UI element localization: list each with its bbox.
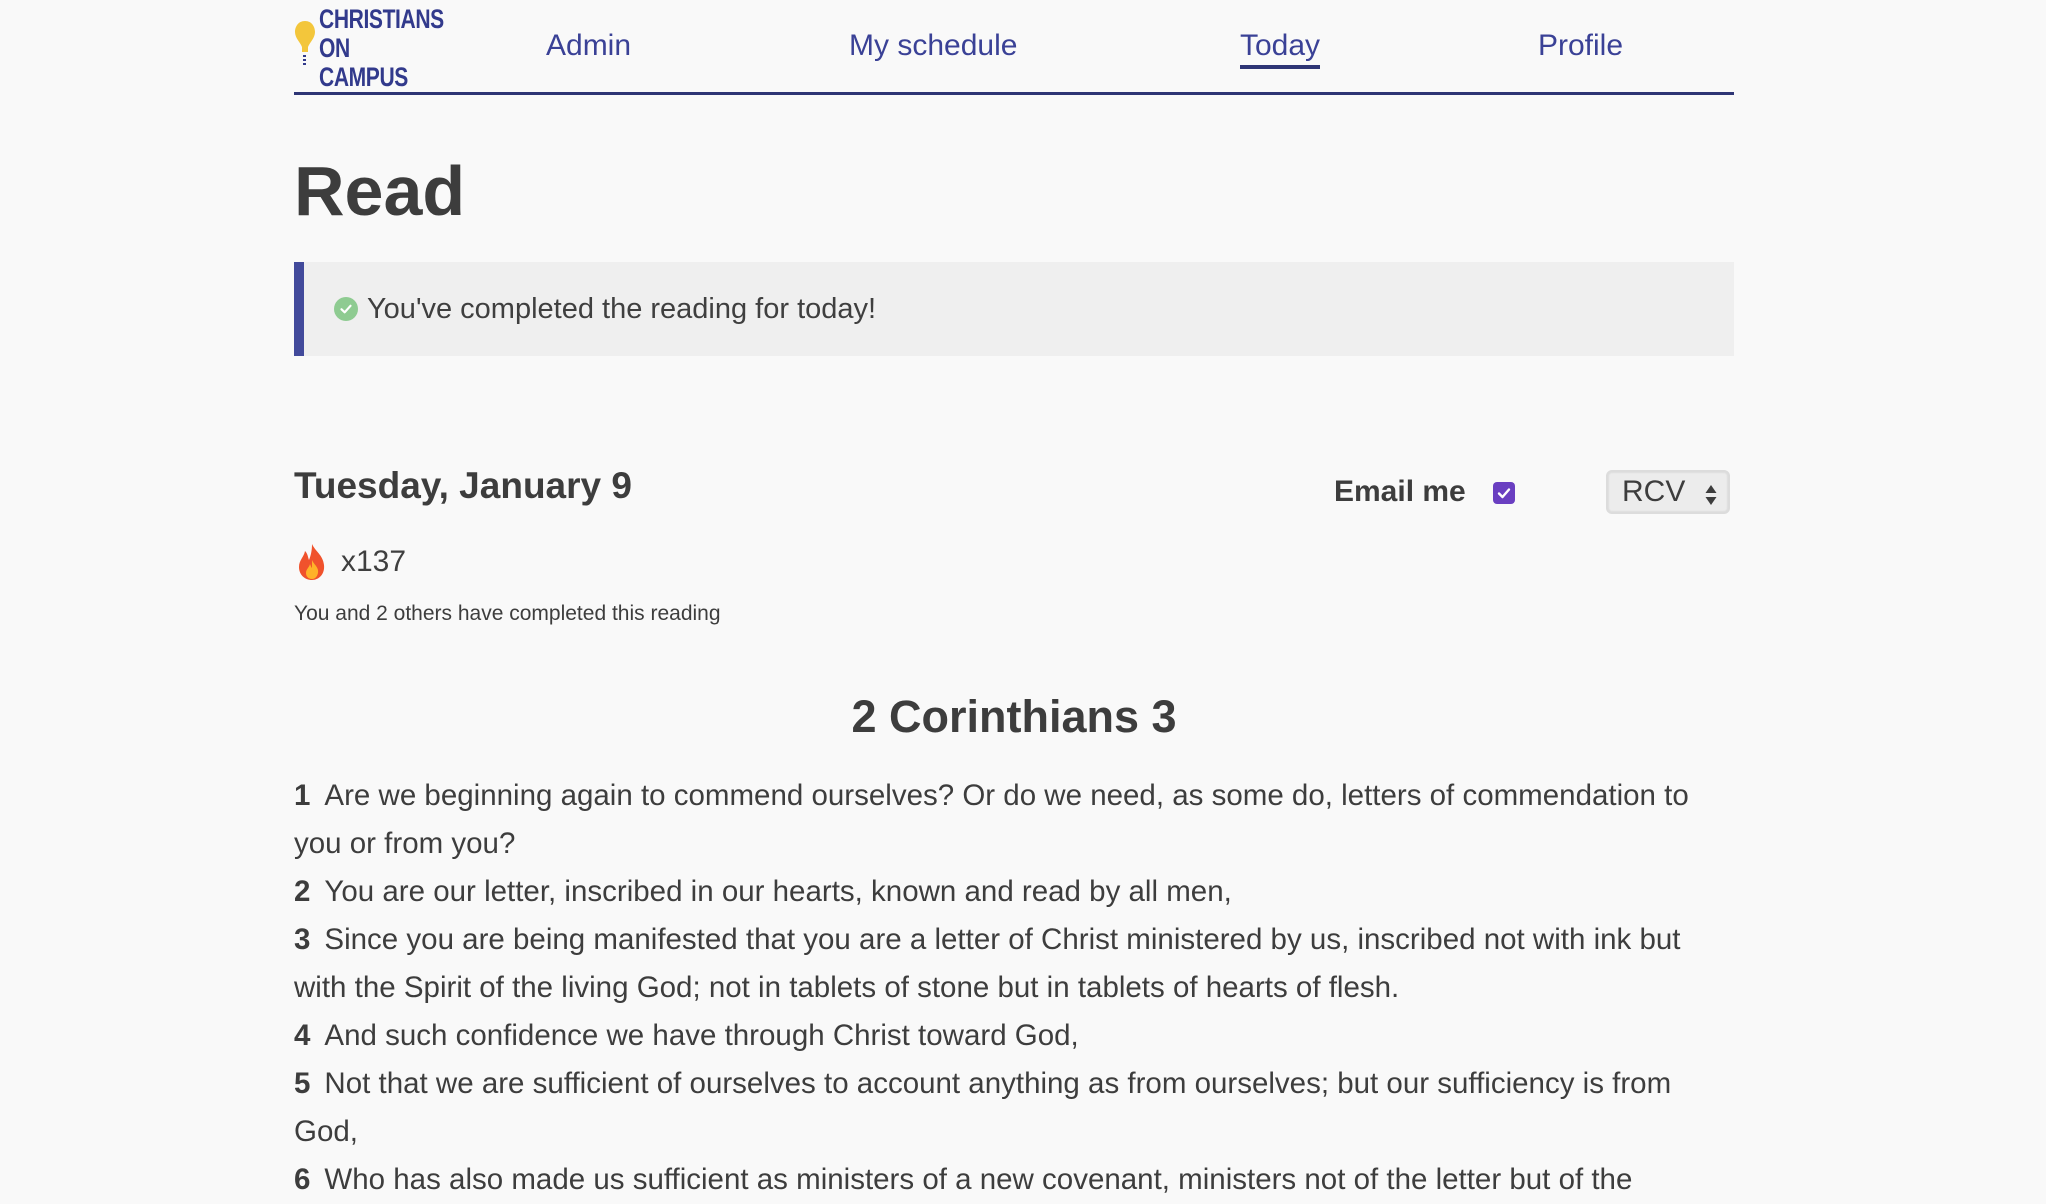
lightbulb-icon xyxy=(294,19,316,77)
brand-wordmark: CHRISTIANS ON CAMPUS xyxy=(319,3,444,92)
page-container: CHRISTIANS ON CAMPUS Admin My schedule T… xyxy=(294,0,1734,1196)
top-nav: CHRISTIANS ON CAMPUS Admin My schedule T… xyxy=(294,0,1734,95)
email-me-label: Email me xyxy=(1334,475,1466,508)
verse: 2 You are our letter, inscribed in our he… xyxy=(294,868,1734,916)
reading-date: Tuesday, January 9 xyxy=(294,465,632,506)
verse-text: And such confidence we have through Chri… xyxy=(324,1019,1079,1052)
verse-list: 1 Are we beginning again to commend ourse… xyxy=(294,772,1734,1204)
chapter-title: 2 Corinthians 3 xyxy=(851,691,1177,742)
verse: 5 Not that we are sufficient of ourselves… xyxy=(294,1060,1734,1156)
verse-text: Are we beginning again to commend oursel… xyxy=(294,779,1689,860)
verse-number: 3 xyxy=(294,923,311,956)
nav-today[interactable]: Today xyxy=(1240,28,1321,69)
verse-text: Not that we are sufficient of ourselves … xyxy=(294,1067,1672,1148)
nav-my-schedule[interactable]: My schedule xyxy=(849,28,1017,64)
verse: 1 Are we beginning again to commend ourse… xyxy=(294,772,1734,868)
verse-text: You are our letter, inscribed in our hea… xyxy=(324,875,1232,908)
checkmark-icon xyxy=(1497,488,1511,499)
completion-notice: You've completed the reading for today! xyxy=(294,262,1734,356)
verse-text: Since you are being manifested that you … xyxy=(294,923,1681,1004)
notice-text: You've completed the reading for today! xyxy=(367,292,877,325)
verse-number: 1 xyxy=(294,779,311,812)
completed-count-text: You and 2 others have completed this rea… xyxy=(294,602,721,625)
version-select[interactable]: RCV xyxy=(1606,470,1730,514)
page-title: Read xyxy=(294,152,466,230)
verse-number: 6 xyxy=(294,1163,311,1196)
nav-profile[interactable]: Profile xyxy=(1538,28,1623,64)
email-me-checkbox[interactable] xyxy=(1493,482,1515,504)
check-circle-icon xyxy=(334,297,358,321)
streak-counter: x137 xyxy=(294,540,406,584)
nav-admin[interactable]: Admin xyxy=(546,28,631,64)
verse-number: 5 xyxy=(294,1067,311,1100)
verse-text: Who has also made us sufficient as minis… xyxy=(324,1163,1633,1196)
verse-number: 2 xyxy=(294,875,311,908)
streak-count: x137 xyxy=(341,545,407,578)
flame-icon xyxy=(294,542,330,582)
verse: 6 Who has also made us sufficient as mini… xyxy=(294,1156,1734,1204)
verse: 4 And such confidence we have through Chr… xyxy=(294,1012,1734,1060)
select-arrows-icon xyxy=(1704,481,1718,505)
verse-number: 4 xyxy=(294,1019,311,1052)
verse: 3 Since you are being manifested that you… xyxy=(294,916,1734,1012)
version-select-value: RCV xyxy=(1622,475,1686,508)
brand-logo[interactable]: CHRISTIANS ON CAMPUS xyxy=(294,4,444,91)
brand-line-2: ON CAMPUS xyxy=(319,32,408,92)
brand-line-1: CHRISTIANS xyxy=(319,3,444,34)
